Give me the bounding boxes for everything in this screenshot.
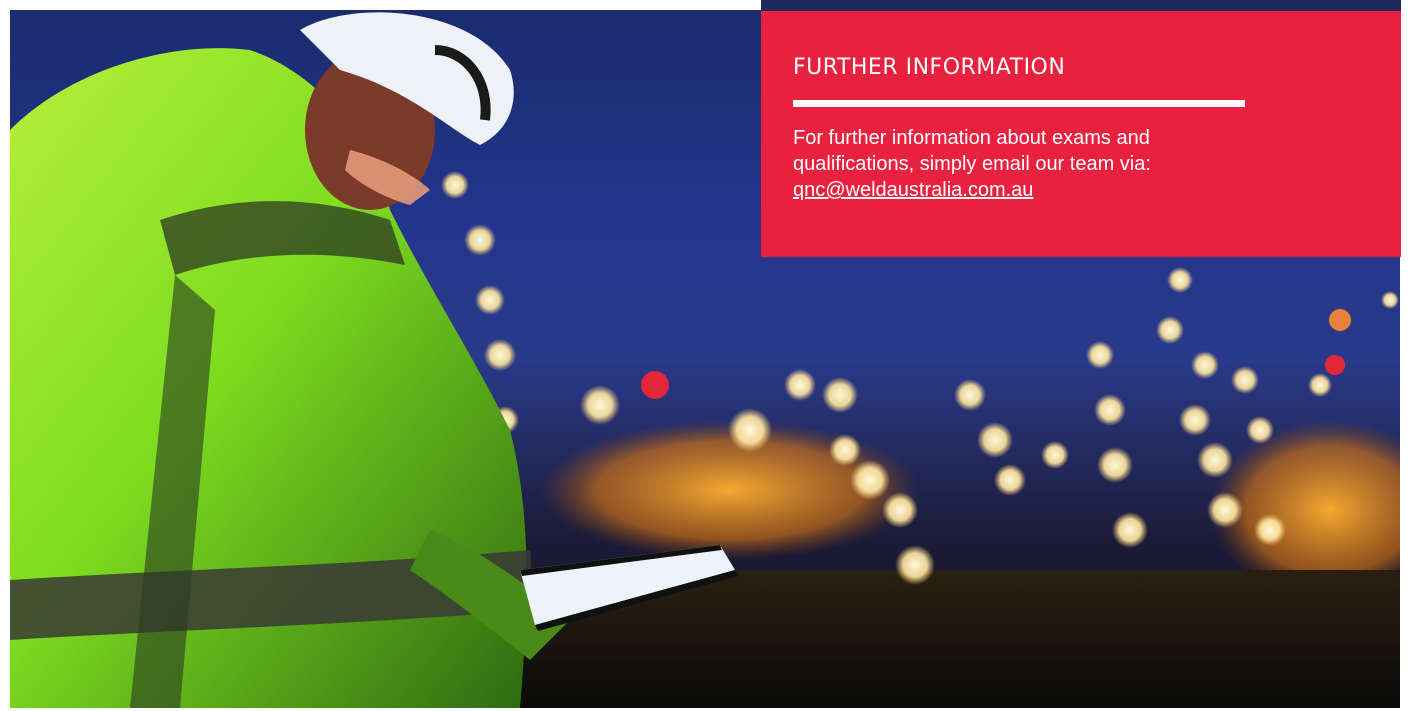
worker-figure — [10, 12, 738, 708]
body-line-1: For further information about exams and — [793, 127, 1150, 150]
further-information-card: FURTHER INFORMATION For further informat… — [761, 11, 1401, 257]
card-top-strip — [761, 0, 1401, 11]
card-body: For further information about exams and … — [793, 125, 1371, 203]
email-link[interactable]: qnc@weldaustralia.com.au — [793, 179, 1033, 201]
card-title: FURTHER INFORMATION — [793, 55, 1066, 80]
title-underline — [793, 100, 1245, 108]
body-line-2: qualifications, simply email our team vi… — [793, 153, 1151, 176]
